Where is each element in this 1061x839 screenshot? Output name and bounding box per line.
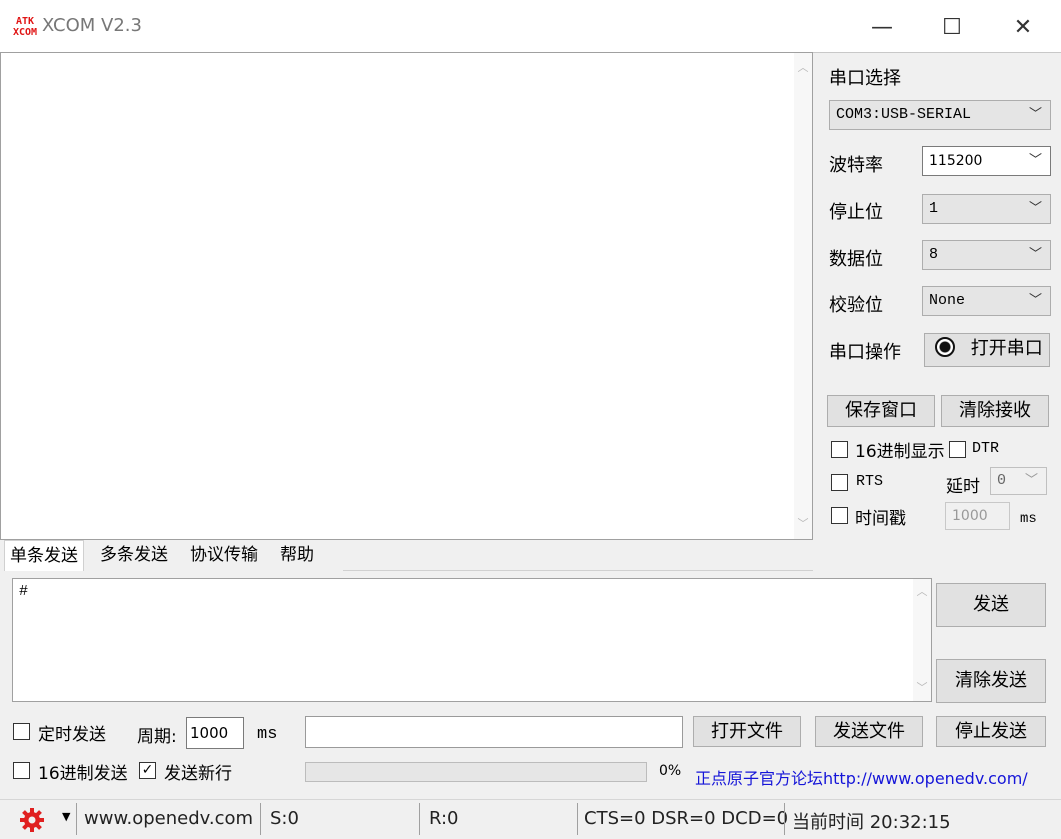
tab-multi-send[interactable]: 多条发送: [95, 540, 173, 571]
data-bits-label: 数据位: [829, 249, 883, 270]
parity-select[interactable]: None ﹀: [922, 286, 1051, 316]
timestamp-checkbox[interactable]: [831, 507, 848, 524]
data-bits-value: 8: [929, 246, 939, 263]
tab-divider: [343, 570, 813, 571]
port-value: COM3:USB-SERIAL: [836, 106, 972, 123]
dtr-label: DTR: [972, 440, 1000, 457]
period-unit: ms: [257, 725, 278, 744]
atk-xcom-logo: ATK XCOM: [12, 16, 38, 38]
status-separator: [76, 803, 77, 835]
period-input[interactable]: 1000: [186, 717, 244, 749]
send-tabs: 单条发送 多条发送 协议传输 帮助: [0, 540, 813, 572]
scroll-up-icon[interactable]: ︿: [794, 59, 812, 77]
radio-dot-icon: [935, 337, 955, 357]
dtr-checkbox[interactable]: [949, 441, 966, 458]
port-label: 串口选择: [829, 68, 901, 89]
baud-value: 115200: [929, 153, 983, 169]
scroll-up-icon[interactable]: ︿: [913, 583, 931, 601]
status-separator: [577, 803, 578, 835]
port-operation-label: 串口操作: [829, 342, 901, 363]
status-lines: CTS=0 DSR=0 DCD=0: [584, 808, 789, 829]
baud-select[interactable]: 115200 ﹀: [922, 146, 1051, 176]
send-newline-checkbox[interactable]: ✓: [139, 762, 156, 779]
clear-receive-button[interactable]: 清除接收: [941, 395, 1049, 427]
send-textarea[interactable]: # ︿ ﹀: [12, 578, 932, 702]
parity-label: 校验位: [829, 295, 883, 316]
status-time: 当前时间 20:32:15: [792, 812, 951, 833]
receive-textarea[interactable]: ︿ ﹀: [0, 52, 813, 540]
status-separator: [419, 803, 420, 835]
receive-scrollbar[interactable]: ︿ ﹀: [794, 53, 812, 539]
delay-select[interactable]: 0 ﹀: [990, 467, 1047, 495]
hex-display-checkbox[interactable]: [831, 441, 848, 458]
send-text: #: [19, 583, 29, 600]
chevron-down-icon: ﹀: [1028, 153, 1042, 168]
close-button[interactable]: ✕: [1003, 14, 1043, 42]
baud-label: 波特率: [829, 155, 883, 176]
stop-bits-select[interactable]: 1 ﹀: [922, 194, 1051, 224]
timestamp-unit: ms: [1020, 511, 1037, 527]
tab-single-send[interactable]: 单条发送: [4, 540, 84, 571]
title-bar: ATK XCOM XCOM V2.3 — ☐ ✕: [0, 0, 1061, 56]
minimize-button[interactable]: —: [862, 14, 902, 42]
send-newline-label: 发送新行: [164, 764, 232, 784]
chevron-down-icon[interactable]: ▼: [62, 810, 70, 823]
port-select[interactable]: COM3:USB-SERIAL ﹀: [829, 100, 1051, 130]
timed-send-checkbox[interactable]: [13, 723, 30, 740]
tab-help[interactable]: 帮助: [275, 540, 319, 571]
status-separator: [260, 803, 261, 835]
window-title: XCOM V2.3: [42, 15, 142, 36]
save-window-button[interactable]: 保存窗口: [827, 395, 935, 427]
status-separator: [784, 803, 785, 835]
send-scrollbar[interactable]: ︿ ﹀: [913, 579, 931, 701]
check-icon: ✓: [141, 762, 154, 778]
open-file-button[interactable]: 打开文件: [693, 716, 801, 747]
hex-display-label: 16进制显示: [855, 442, 945, 462]
chevron-down-icon: ﹀: [1028, 293, 1042, 308]
data-bits-select[interactable]: 8 ﹀: [922, 240, 1051, 270]
stop-bits-value: 1: [929, 200, 939, 217]
chevron-down-icon: ﹀: [1024, 473, 1038, 488]
progress-percent: 0%: [659, 763, 682, 779]
status-url: www.openedv.com: [84, 808, 254, 829]
chevron-down-icon: ﹀: [1028, 247, 1042, 262]
timed-send-label: 定时发送: [38, 725, 106, 745]
status-received: R:0: [429, 808, 459, 829]
stop-bits-label: 停止位: [829, 202, 883, 223]
open-port-button[interactable]: 打开串口: [924, 333, 1050, 367]
maximize-button[interactable]: ☐: [932, 14, 972, 42]
period-label: 周期:: [137, 727, 177, 747]
send-file-button[interactable]: 发送文件: [815, 716, 923, 747]
timestamp-label: 时间戳: [855, 509, 906, 529]
chevron-down-icon: ﹀: [1028, 201, 1042, 216]
hex-send-label: 16进制发送: [38, 764, 128, 784]
clear-send-button[interactable]: 清除发送: [936, 659, 1046, 703]
scroll-down-icon[interactable]: ﹀: [794, 515, 812, 533]
hex-send-checkbox[interactable]: [13, 762, 30, 779]
tab-protocol[interactable]: 协议传输: [185, 540, 263, 571]
chevron-down-icon: ﹀: [1028, 107, 1042, 122]
gear-icon[interactable]: [18, 806, 46, 834]
parity-value: None: [929, 292, 966, 309]
send-button[interactable]: 发送: [936, 583, 1046, 627]
status-sent: S:0: [270, 808, 299, 829]
send-progress-bar: [305, 762, 647, 782]
delay-label: 延时: [946, 477, 980, 497]
forum-link[interactable]: 正点原子官方论坛http://www.openedv.com/: [695, 765, 1028, 789]
delay-value: 0: [997, 472, 1007, 489]
timestamp-input[interactable]: 1000: [945, 502, 1010, 530]
rts-label: RTS: [856, 473, 884, 490]
open-port-label: 打开串口: [970, 338, 1043, 359]
scroll-down-icon[interactable]: ﹀: [913, 679, 931, 697]
stop-send-button[interactable]: 停止发送: [936, 716, 1046, 747]
receive-text: [1, 53, 812, 61]
rts-checkbox[interactable]: [831, 474, 848, 491]
file-path-input[interactable]: [305, 716, 683, 748]
